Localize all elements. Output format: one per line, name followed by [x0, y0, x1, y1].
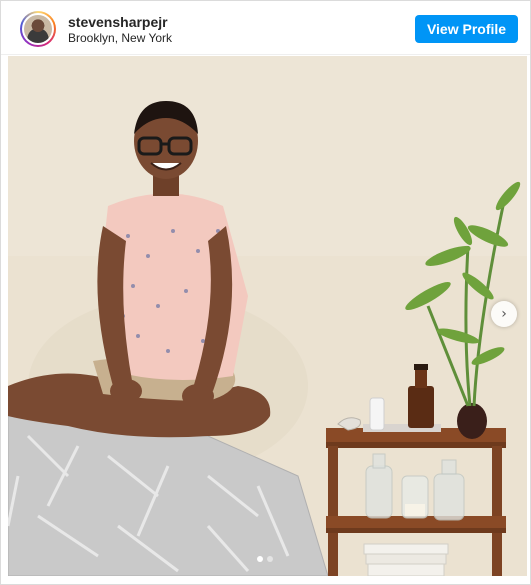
post-header: stevensharpejr Brooklyn, New York View P… — [1, 1, 530, 55]
post-photo[interactable] — [8, 56, 527, 576]
username[interactable]: stevensharpejr — [68, 14, 168, 30]
chevron-right-icon[interactable]: › — [491, 301, 517, 327]
location[interactable]: Brooklyn, New York — [68, 31, 172, 45]
carousel-dot — [267, 556, 273, 562]
view-profile-button[interactable]: View Profile — [415, 15, 518, 43]
card-footer — [1, 576, 530, 584]
photo-illustration — [8, 56, 527, 576]
carousel-indicator — [255, 556, 279, 564]
avatar[interactable] — [20, 11, 56, 47]
avatar-image — [22, 13, 54, 45]
instagram-embed-card: stevensharpejr Brooklyn, New York View P… — [0, 0, 531, 585]
carousel-dot-active — [257, 556, 263, 562]
